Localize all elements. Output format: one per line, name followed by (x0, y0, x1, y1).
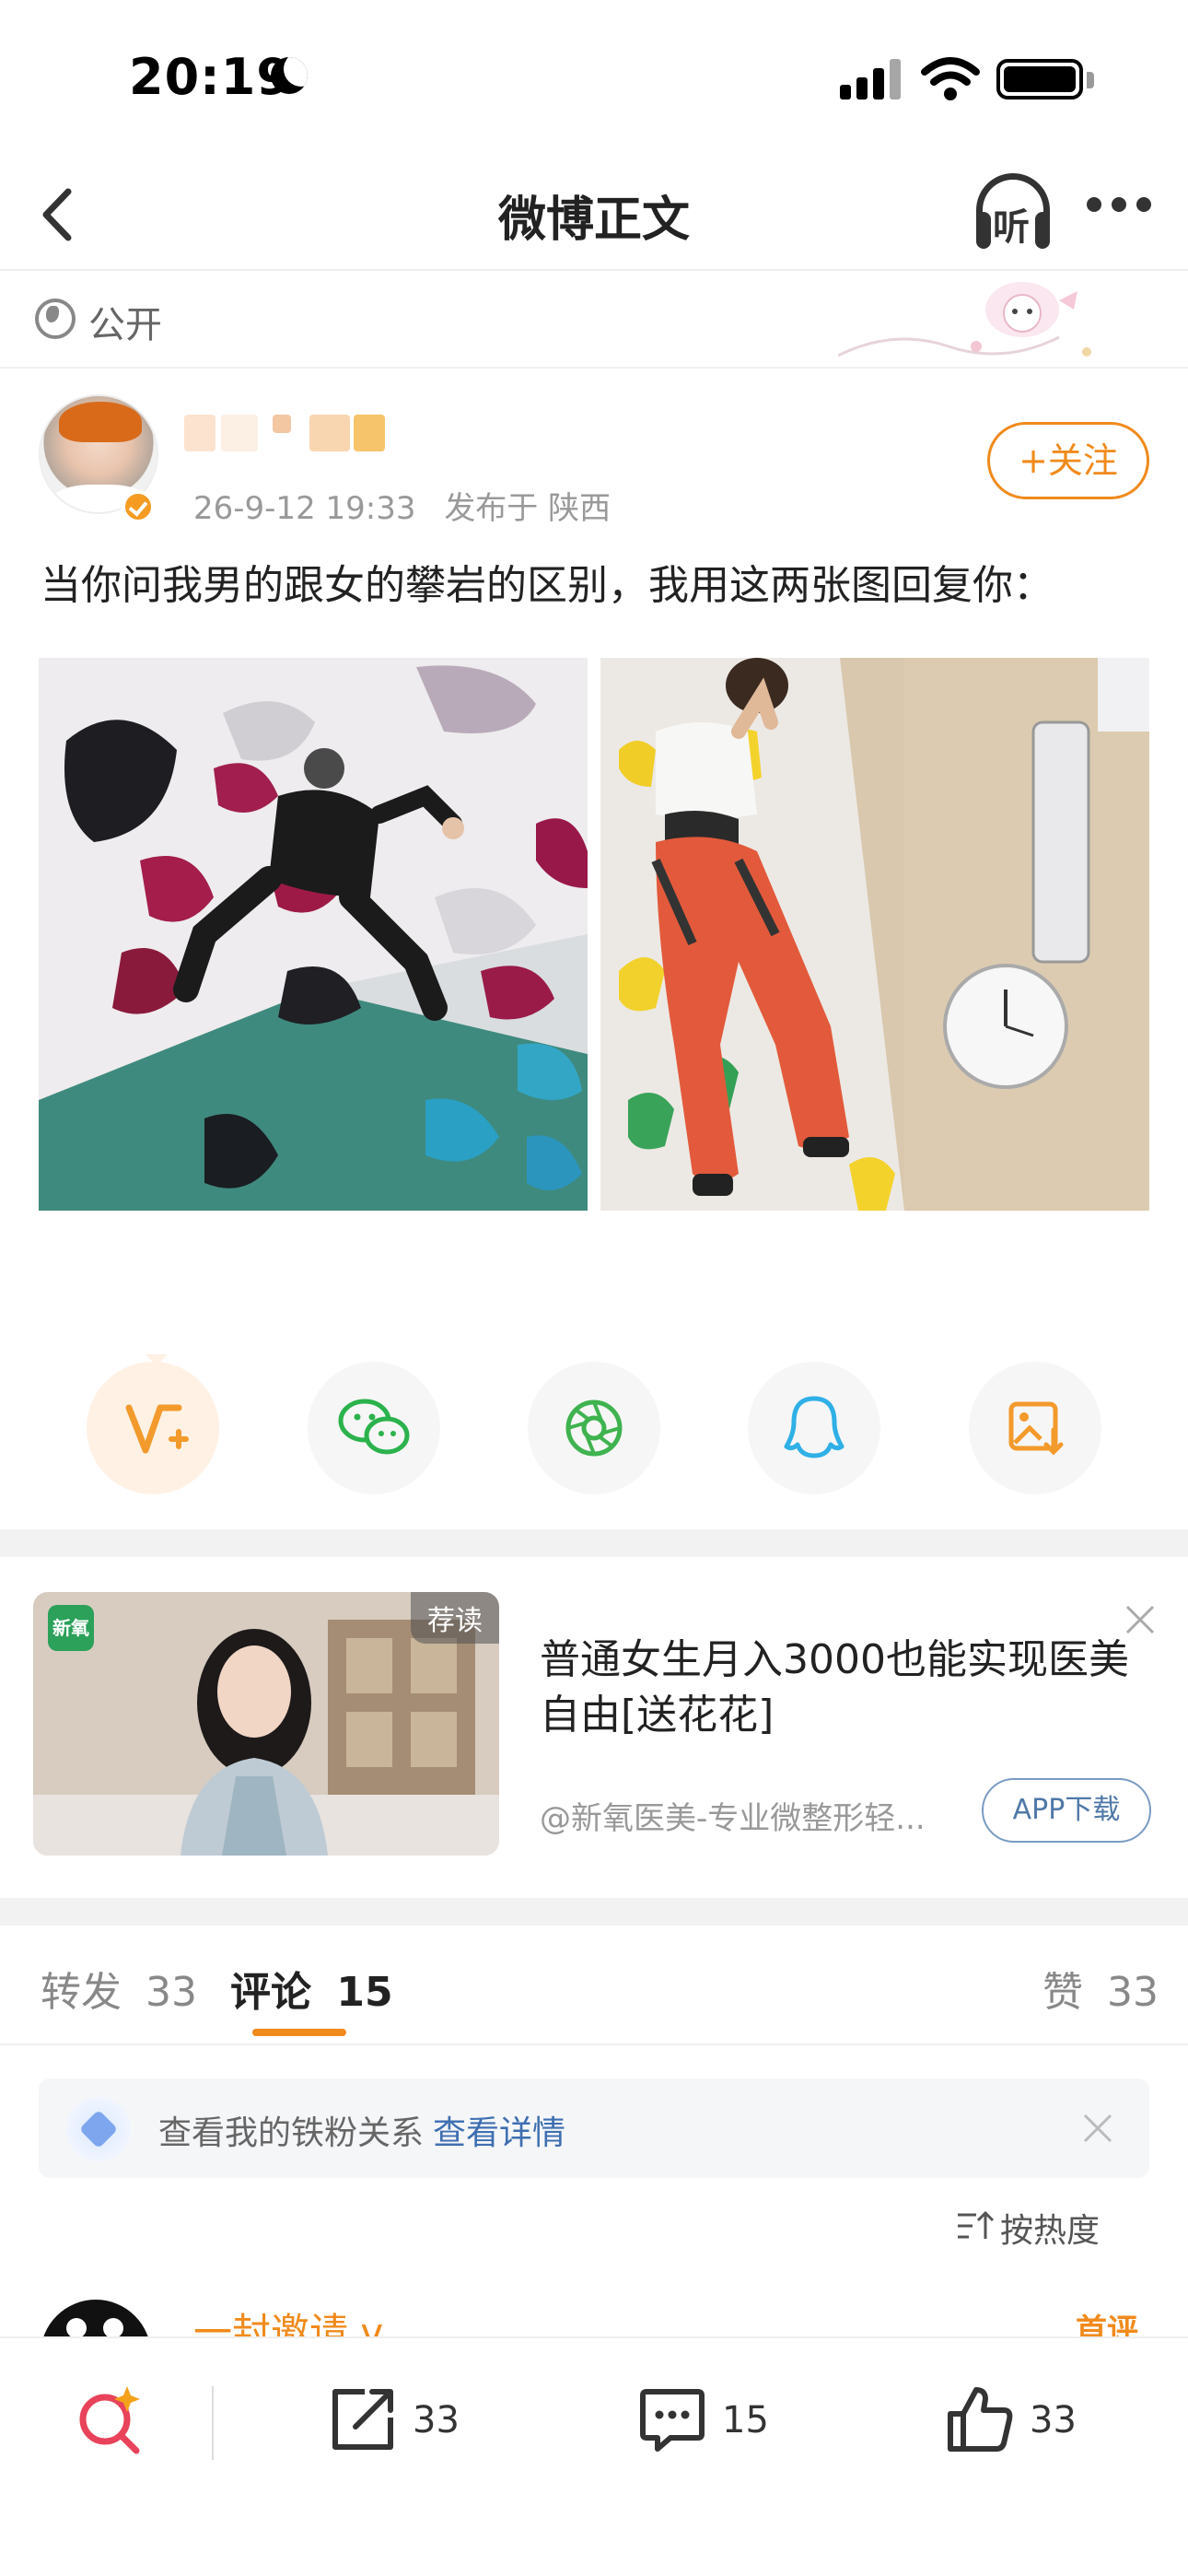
post-body: 当你问我男的跟女的攀岩的区别，我用这两张图回复你： (41, 562, 1054, 609)
save-image-icon (1008, 1401, 1064, 1456)
divider (212, 2386, 214, 2460)
qq-icon (784, 1396, 844, 1458)
commenter-avatar[interactable] (41, 2300, 151, 2336)
sort-label: 按热度 (1000, 2212, 1101, 2250)
first-comment-badge: 首评 (1076, 2313, 1138, 2336)
moon-icon (271, 57, 308, 94)
follow-button[interactable]: +关注 (987, 422, 1149, 499)
listen-label: 听 (993, 206, 1030, 249)
commenter-name[interactable]: 一封邀请 v (193, 2301, 383, 2336)
share-vip-button[interactable] (87, 1362, 219, 1494)
post-timestamp: 26-9-12 19:33 (193, 490, 416, 527)
cellular-signal-icon (840, 59, 901, 100)
ad-brand-logo: 新氧 (48, 1605, 94, 1651)
more-options-icon[interactable] (1087, 197, 1151, 216)
status-bar: 20:19 (0, 0, 1188, 157)
tab-like-label: 赞 (1042, 1969, 1083, 2016)
post-image-2[interactable] (600, 658, 1149, 1211)
post-location: 发布于 陕西 (444, 490, 611, 527)
tab-comment-label: 评论 (230, 1969, 311, 2016)
listen-button[interactable]: 听 (976, 173, 1050, 251)
post-meta: 26-9-12 19:33 发布于 陕西 (193, 483, 629, 528)
tab-repost-label: 转发 (41, 1969, 122, 2016)
repost-count: 33 (413, 2399, 460, 2441)
thumbs-up-icon (948, 2387, 1013, 2452)
app-download-button[interactable]: APP下载 (982, 1778, 1151, 1843)
author-row: 26-9-12 19:33 发布于 陕西 +关注 (0, 369, 1188, 544)
verified-badge-icon (122, 490, 155, 523)
like-count: 33 (1030, 2399, 1077, 2441)
ad-tag: 荐读 (411, 1592, 499, 1644)
tab-like-count: 33 (1107, 1969, 1159, 2016)
nav-bar: 微博正文 听 (0, 157, 1188, 271)
battery-cap (1087, 72, 1094, 88)
view-details-link[interactable]: 查看详情 (433, 2106, 565, 2154)
share-row (0, 1354, 1188, 1529)
repost-icon (332, 2389, 393, 2450)
vip-share-icon (125, 1404, 189, 1454)
tab-like[interactable]: 赞 33 (1042, 1959, 1159, 2018)
tab-repost-count: 33 (146, 1969, 197, 2016)
share-wechat-button[interactable] (308, 1362, 440, 1494)
wechat-icon (338, 1399, 410, 1455)
post-images (39, 658, 1149, 1211)
fan-relationship-text: 查看我的铁粉关系 (158, 2114, 425, 2152)
ad-title[interactable]: 普通女生月入3000也能实现医美自由[送花花] (540, 1633, 1138, 1743)
tab-repost[interactable]: 转发 33 (41, 1959, 197, 2018)
fan-relationship-bar: 查看我的铁粉关系 查看详情 (39, 2078, 1149, 2178)
close-icon[interactable] (1079, 2110, 1116, 2147)
section-divider (0, 1898, 1188, 1926)
comment-icon (640, 2389, 705, 2452)
ai-search-icon[interactable] (70, 2381, 147, 2458)
sort-icon (958, 2210, 995, 2239)
battery-icon (996, 59, 1083, 100)
share-moments-button[interactable] (528, 1362, 660, 1494)
tab-comment[interactable]: 评论 15 (230, 1959, 393, 2018)
section-divider (0, 1529, 1188, 1557)
wifi-icon (921, 57, 980, 100)
globe-icon (35, 299, 76, 339)
share-qq-button[interactable] (748, 1362, 880, 1494)
save-image-button[interactable] (969, 1362, 1101, 1494)
author-name-redacted[interactable] (184, 415, 405, 455)
tab-comment-count: 15 (336, 1969, 393, 2016)
comment-count: 15 (722, 2399, 769, 2441)
ad-source[interactable]: @新氧医美-专业微整形轻... (540, 1793, 963, 1838)
decorative-sticker (838, 282, 1091, 357)
visibility-row: 公开 (0, 273, 1188, 369)
moments-icon (565, 1399, 623, 1457)
visibility-label: 公开 (88, 304, 162, 346)
interaction-tabs: 转发 33 评论 15 赞 33 (0, 1926, 1188, 2045)
sort-by-hot-button[interactable]: 按热度 (958, 2204, 1101, 2250)
ad-image[interactable]: 新氧 荐读 (33, 1592, 499, 1856)
bottom-action-bar: 33 15 33 (0, 2336, 1188, 2576)
comment-item[interactable]: 一封邀请 v 首评 (0, 2285, 1188, 2336)
post-image-1[interactable] (39, 658, 588, 1211)
active-tab-indicator (252, 2029, 346, 2036)
ad-card[interactable]: 新氧 荐读 普通女生月入3000也能实现医美自由[送花花] @新氧医美-专业微整… (0, 1557, 1188, 1898)
status-time: 20:19 (129, 48, 292, 106)
diamond-icon (66, 2097, 131, 2161)
